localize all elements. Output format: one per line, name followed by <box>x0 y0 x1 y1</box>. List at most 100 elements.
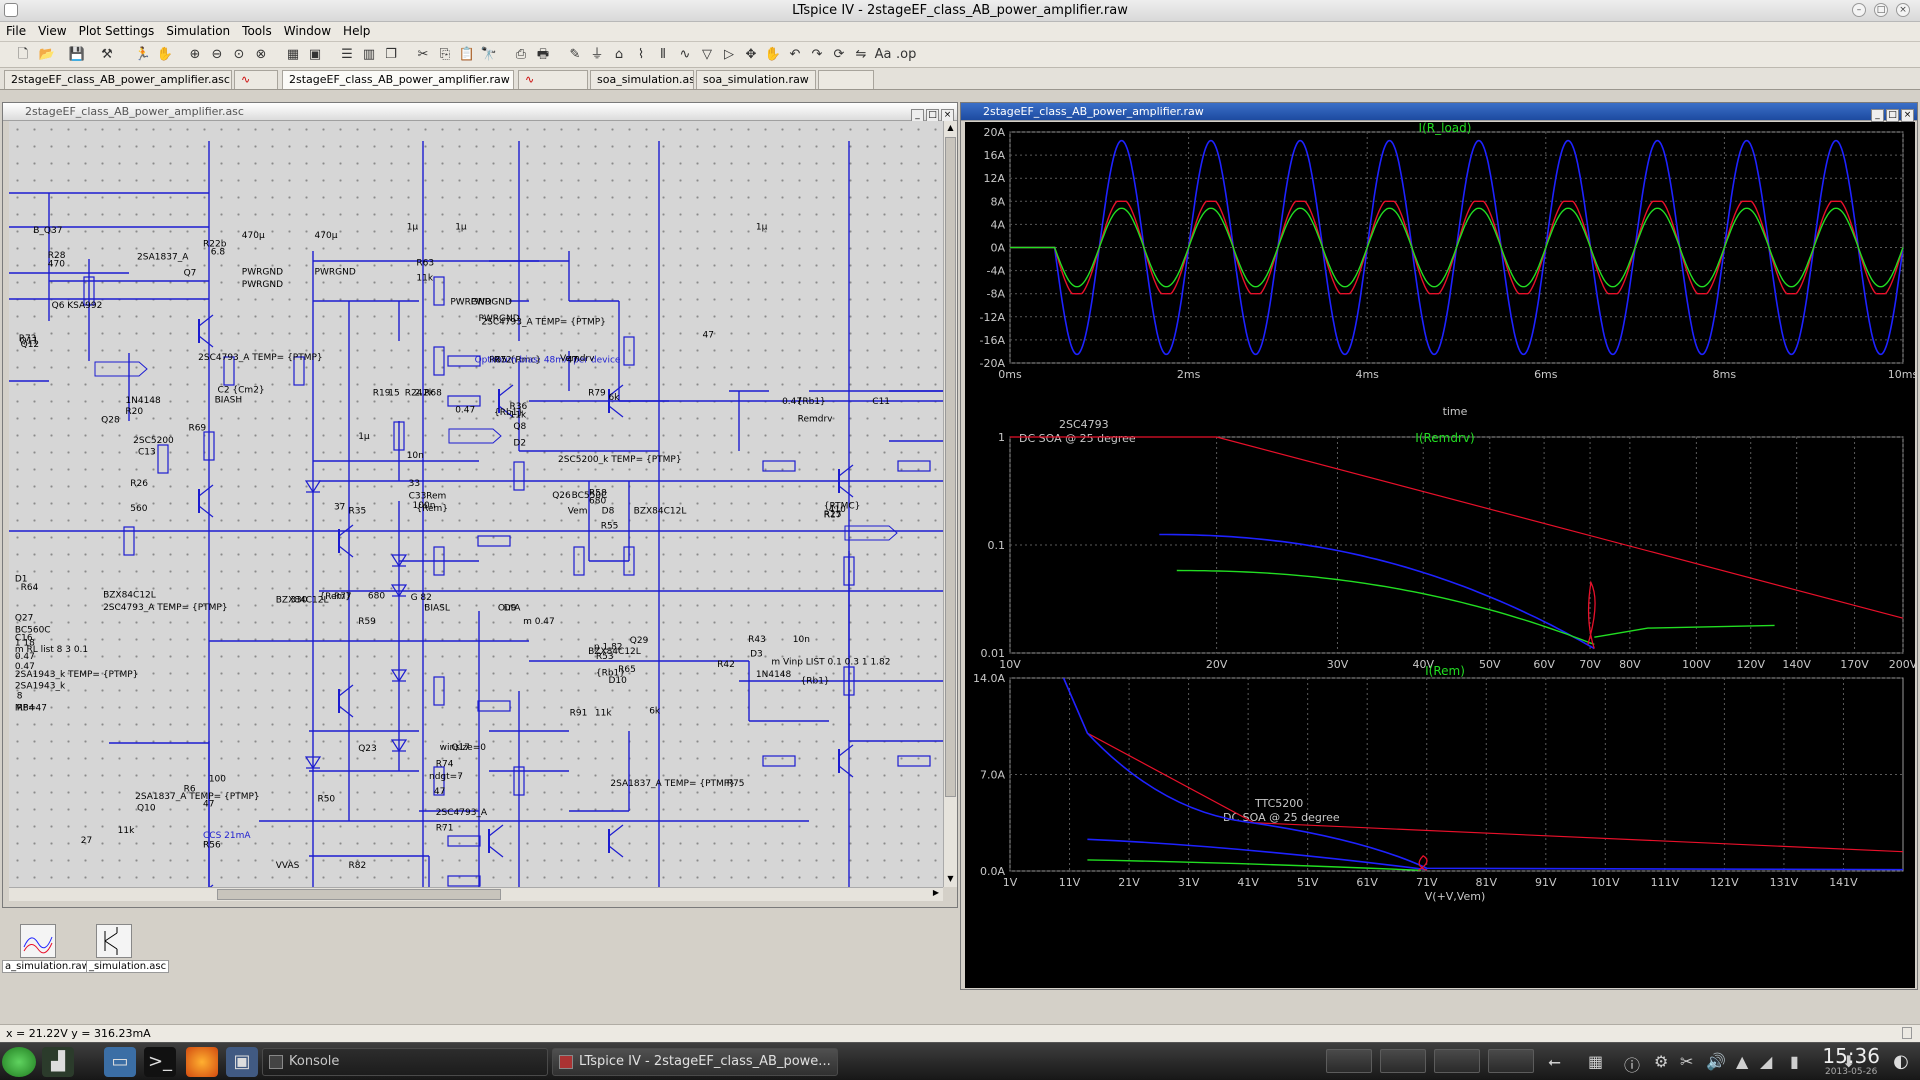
autorange-icon[interactable]: ▦ <box>284 46 302 64</box>
close-icon[interactable]: × <box>1896 3 1910 17</box>
run-icon[interactable]: 🏃 <box>134 46 152 64</box>
network-icon[interactable]: ▦ <box>1588 1052 1603 1071</box>
usb-icon[interactable]: ⭠ <box>1548 1052 1561 1072</box>
save-icon[interactable]: 💾 <box>68 46 86 64</box>
schematic-label: m Vinp LIST 0.1 0.3 1 1.82 <box>771 658 890 668</box>
file-manager-icon[interactable]: ▭ <box>104 1047 136 1077</box>
tile-vertical-icon[interactable]: ▥ <box>360 46 378 64</box>
minimized-label-asc[interactable]: _simulation.asc <box>86 960 170 973</box>
print-icon[interactable]: 🖶 <box>534 46 552 64</box>
cascade-icon[interactable]: ❐ <box>382 46 400 64</box>
show-desktop-icon[interactable]: ◐ <box>1888 1047 1914 1077</box>
tab-plot-thumb[interactable]: ∿ <box>234 70 278 89</box>
menu-help[interactable]: Help <box>337 22 376 38</box>
inductor-icon[interactable]: ∿ <box>676 46 694 64</box>
undo-icon[interactable]: ↶ <box>786 46 804 64</box>
waveform-plot-area[interactable]: 20A 16A 12A 8A 4A 0A -4A -8A -12A -16A -20A 0ms 2ms 4… <box>965 122 1915 988</box>
minimize-icon[interactable]: _ <box>1871 109 1884 122</box>
desktop-1[interactable] <box>1326 1049 1372 1073</box>
horizontal-scroll-thumb[interactable] <box>217 889 501 900</box>
menu-view[interactable]: View <box>32 22 72 38</box>
firefox-icon[interactable] <box>186 1047 218 1077</box>
move-icon[interactable]: ✥ <box>742 46 760 64</box>
x-tick-label: 140V <box>1782 658 1811 671</box>
tray-arrow-icon[interactable]: ▲ <box>1736 1052 1748 1071</box>
label-net-icon[interactable]: ⌂ <box>610 46 628 64</box>
minimized-label-raw[interactable]: a_simulation.raw <box>2 960 93 973</box>
system-monitor-icon[interactable]: ▟ <box>42 1047 74 1077</box>
start-menu-icon[interactable] <box>2 1047 36 1077</box>
tab-schematic-raw[interactable]: 2stageEF_class_AB_power_amplifier.raw <box>282 70 514 89</box>
menu-plot-settings[interactable]: Plot Settings <box>73 22 161 38</box>
settings-icon[interactable]: ⚙ <box>1654 1052 1668 1071</box>
draw-wire-icon[interactable]: ✎ <box>566 46 584 64</box>
desktop-4[interactable] <box>1488 1049 1534 1073</box>
print-preview-icon[interactable]: ⎙ <box>512 46 530 64</box>
text-icon[interactable]: Aa <box>874 46 892 64</box>
diode-icon[interactable]: ▽ <box>698 46 716 64</box>
cut-icon[interactable]: ✂ <box>414 46 432 64</box>
desktop-2[interactable] <box>1380 1049 1426 1073</box>
ground-icon[interactable]: ⏚ <box>588 46 606 64</box>
info-icon[interactable]: ⓘ <box>1624 1052 1640 1076</box>
manual-limits-icon[interactable]: ▣ <box>306 46 324 64</box>
horizontal-scrollbar[interactable]: ▶ <box>9 887 943 901</box>
redo-icon[interactable]: ↷ <box>808 46 826 64</box>
tab-schematic-asc[interactable]: 2stageEF_class_AB_power_amplifier.asc <box>4 70 232 89</box>
tab-soa-raw[interactable]: soa_simulation.raw <box>696 70 816 89</box>
wireless-icon[interactable]: ◢ <box>1760 1052 1772 1071</box>
new-schematic-icon[interactable]: 🗋 <box>14 46 32 64</box>
drag-icon[interactable]: ✋ <box>764 46 782 64</box>
scroll-down-icon[interactable]: ▼ <box>945 874 956 885</box>
restore-icon[interactable]: □ <box>1886 109 1899 122</box>
battery-icon[interactable]: ▮ <box>1790 1052 1799 1071</box>
vertical-scroll-thumb[interactable] <box>945 137 956 797</box>
tools-icon[interactable]: ✂ <box>1680 1052 1693 1071</box>
tab-plot-thumb-2[interactable]: ∿ <box>518 70 588 89</box>
halt-icon[interactable]: ✋ <box>156 46 174 64</box>
vertical-scrollbar[interactable]: ▲ ▼ <box>943 121 957 887</box>
menu-tools[interactable]: Tools <box>236 22 278 38</box>
menu-file[interactable]: File <box>0 22 32 38</box>
task-ltspice[interactable]: LTspice IV - 2stageEF_class_AB_powe... <box>552 1048 838 1076</box>
paste-icon[interactable]: 📋 <box>458 46 476 64</box>
open-icon[interactable]: 📂 <box>38 46 56 64</box>
copy-icon[interactable]: ⎘ <box>436 46 454 64</box>
task-konsole[interactable]: Konsole <box>262 1048 548 1076</box>
find-icon[interactable]: 🔭 <box>480 46 498 64</box>
resistor-icon[interactable]: ⌇ <box>632 46 650 64</box>
resize-grip-icon[interactable] <box>1902 1027 1912 1039</box>
mirror-icon[interactable]: ⇋ <box>852 46 870 64</box>
desktop-icon[interactable]: ▣ <box>226 1047 258 1077</box>
waveform-window[interactable]: 2stageEF_class_AB_power_amplifier.raw _ □… <box>960 102 1918 990</box>
taskbar: ▟ ▭ >_ ▣ Konsole LTspice IV - 2stageEF_c… <box>0 1042 1920 1080</box>
terminal-icon[interactable]: >_ <box>144 1047 176 1077</box>
rotate-icon[interactable]: ⟳ <box>830 46 848 64</box>
zoom-cancel-icon[interactable]: ⊗ <box>252 46 270 64</box>
tab-empty[interactable] <box>818 70 874 89</box>
clock[interactable]: 15:36 2013-05-26 <box>1822 1045 1880 1077</box>
volume-icon[interactable]: 🔊 <box>1706 1052 1726 1071</box>
scroll-right-icon[interactable]: ▶ <box>933 888 939 897</box>
zoom-in-icon[interactable]: ⊕ <box>186 46 204 64</box>
scroll-up-icon[interactable]: ▲ <box>945 123 956 134</box>
zoom-fit-icon[interactable]: ⊙ <box>230 46 248 64</box>
resistor-symbol <box>513 461 525 491</box>
minimize-icon[interactable]: – <box>1852 3 1866 17</box>
desktop-3[interactable] <box>1434 1049 1480 1073</box>
control-panel-icon[interactable]: ⚒ <box>98 46 116 64</box>
spice-directive-icon[interactable]: .op <box>896 46 916 64</box>
tab-soa-asc[interactable]: soa_simulation.asc <box>590 70 694 89</box>
schematic-window-icon[interactable] <box>96 924 132 958</box>
close-icon[interactable]: × <box>1901 109 1914 122</box>
maximize-icon[interactable]: □ <box>1874 3 1888 17</box>
component-icon[interactable]: ▷ <box>720 46 738 64</box>
menu-simulation[interactable]: Simulation <box>160 22 236 38</box>
capacitor-icon[interactable]: ⫴ <box>654 46 672 64</box>
menu-window[interactable]: Window <box>278 22 337 38</box>
tile-horizontal-icon[interactable]: ☰ <box>338 46 356 64</box>
schematic-window[interactable]: 2stageEF_class_AB_power_amplifier.asc _ □… <box>2 102 958 908</box>
plot-window-icon[interactable] <box>20 924 56 958</box>
zoom-out-icon[interactable]: ⊖ <box>208 46 226 64</box>
schematic-canvas[interactable]: B_Q37 R28 470 2SA1837_A R22b 6.8 Q7 470µ 470µ 1µ R… <box>9 121 945 887</box>
